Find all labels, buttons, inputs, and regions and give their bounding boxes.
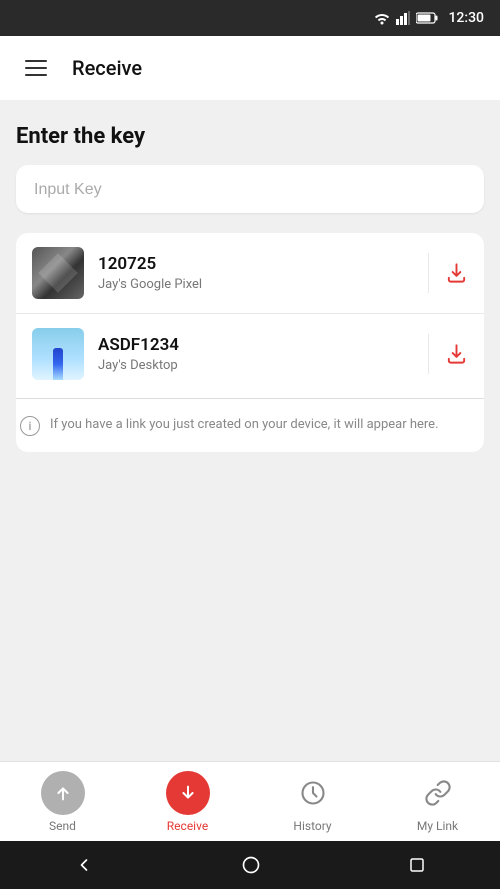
recents-button[interactable]: [408, 856, 426, 874]
battery-icon: [416, 12, 438, 24]
link-icon: [424, 779, 452, 807]
home-button[interactable]: [241, 855, 261, 875]
nav-item-mylink[interactable]: My Link: [375, 771, 500, 833]
list-item: ASDF1234 Jay's Desktop: [16, 313, 484, 394]
download-button-1[interactable]: [428, 253, 468, 293]
info-hint: i If you have a link you just created on…: [16, 398, 484, 452]
send-icon-wrap: [41, 771, 85, 815]
status-icons: 12:30: [374, 10, 484, 26]
wifi-icon: [374, 11, 390, 25]
device-info-2: ASDF1234 Jay's Desktop: [98, 335, 406, 373]
receive-icon: [177, 782, 199, 804]
history-icon: [299, 779, 327, 807]
nav-label-history: History: [293, 819, 331, 833]
download-button-2[interactable]: [428, 334, 468, 374]
download-icon-1: [445, 261, 468, 285]
download-icon-2: [445, 342, 468, 366]
hamburger-line-2: [25, 67, 47, 69]
hamburger-line-1: [25, 60, 47, 62]
history-icon-wrap: [291, 771, 335, 815]
device-key-1: 120725: [98, 254, 406, 274]
nav-label-mylink: My Link: [417, 819, 458, 833]
send-icon: [52, 782, 74, 804]
device-name-2: Jay's Desktop: [98, 358, 406, 373]
receive-icon-wrap: [166, 771, 210, 815]
status-bar: 12:30: [0, 0, 500, 36]
nav-label-receive: Receive: [167, 819, 208, 833]
info-icon: i: [20, 416, 40, 436]
nav-item-send[interactable]: Send: [0, 771, 125, 833]
signal-icon: [396, 11, 410, 25]
device-name-1: Jay's Google Pixel: [98, 277, 406, 292]
device-thumbnail-1: [32, 247, 84, 299]
status-time: 12:30: [448, 10, 484, 26]
nav-label-send: Send: [49, 819, 76, 833]
menu-button[interactable]: [16, 48, 56, 88]
device-thumbnail-2: [32, 328, 84, 380]
nav-item-receive[interactable]: Receive: [125, 771, 250, 833]
input-key-container: [16, 165, 484, 213]
list-item: 120725 Jay's Google Pixel: [16, 233, 484, 313]
hamburger-line-3: [25, 74, 47, 76]
mylink-icon-wrap: [416, 771, 460, 815]
system-nav-bar: [0, 841, 500, 889]
bottom-nav: Send Receive History My Link: [0, 761, 500, 841]
page-title: Receive: [72, 56, 142, 80]
input-key-field[interactable]: [34, 181, 466, 199]
nav-item-history[interactable]: History: [250, 771, 375, 833]
app-bar: Receive: [0, 36, 500, 100]
info-hint-text: If you have a link you just created on y…: [50, 415, 439, 435]
main-content: Enter the key 120725 Jay's Google Pixel: [0, 100, 500, 761]
device-key-2: ASDF1234: [98, 335, 406, 355]
pen-shape: [53, 348, 63, 380]
device-info-1: 120725 Jay's Google Pixel: [98, 254, 406, 292]
device-list: 120725 Jay's Google Pixel ASDF1234 Jay's…: [16, 233, 484, 452]
section-title: Enter the key: [16, 124, 484, 149]
back-button[interactable]: [74, 855, 94, 875]
